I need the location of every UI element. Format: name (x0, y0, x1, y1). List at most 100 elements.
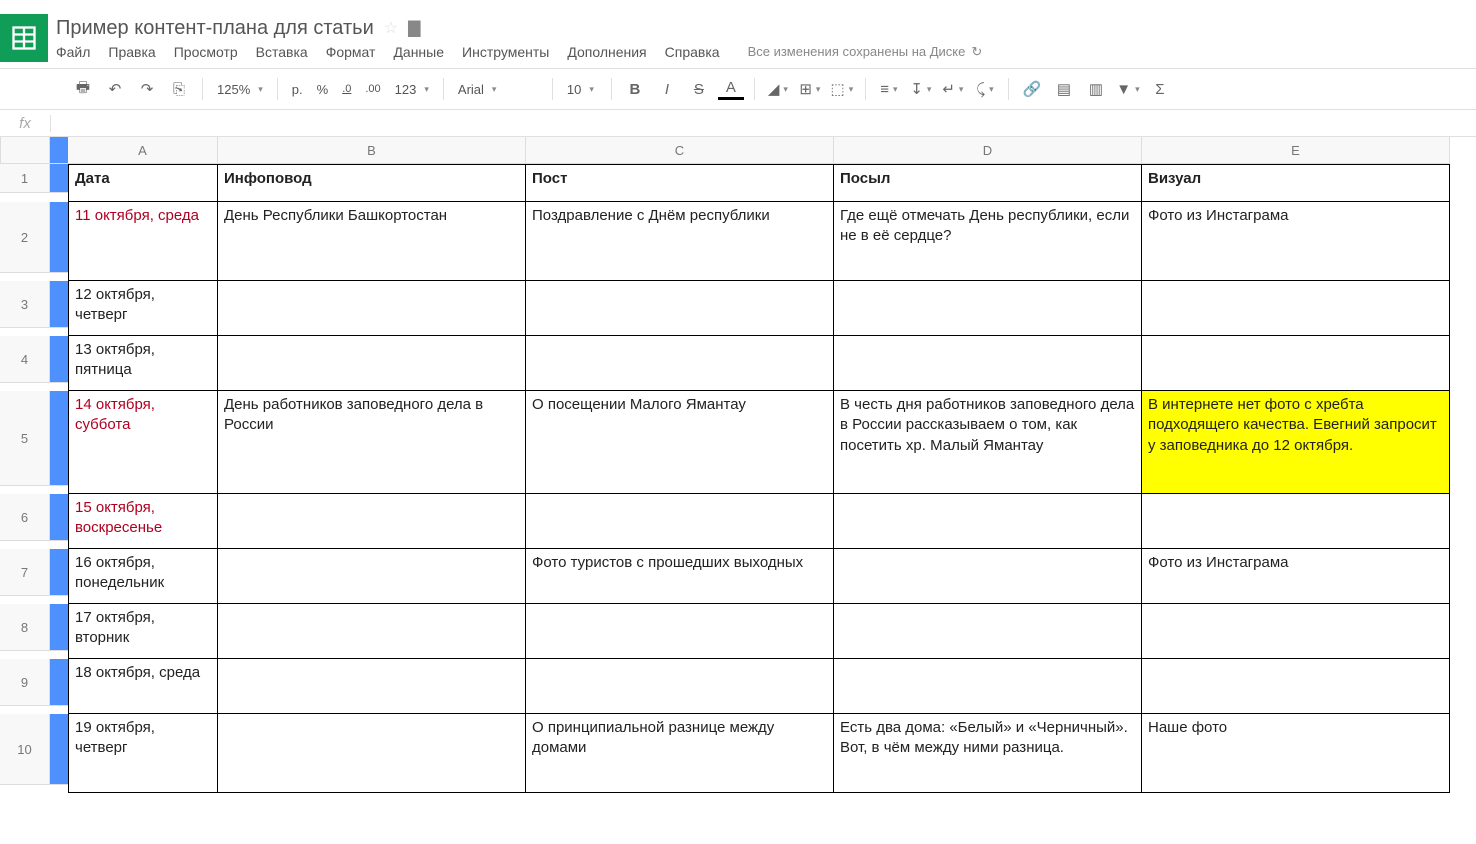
col-header-C[interactable]: C (526, 137, 834, 164)
row-selector[interactable] (50, 391, 68, 486)
font-size-select[interactable]: 10 (563, 82, 601, 97)
filter-icon[interactable]: ▼ (1115, 76, 1141, 102)
italic-btn[interactable]: I (654, 76, 680, 102)
cell-10-b[interactable] (218, 714, 526, 793)
cell-2-b[interactable]: День Республики Башкортостан (218, 202, 526, 281)
paint-format-icon[interactable]: ⎘ (166, 76, 192, 102)
cell-8-b[interactable] (218, 604, 526, 659)
cell-3-a[interactable]: 12 октября, четверг (68, 281, 218, 336)
cell-8-c[interactable] (526, 604, 834, 659)
menu-format[interactable]: Формат (326, 44, 376, 60)
cell-10-d[interactable]: Есть два дома: «Белый» и «Черничный». Во… (834, 714, 1142, 793)
cell-5-e[interactable]: В интернете нет фото с хребта подходящег… (1142, 391, 1450, 494)
select-all-btn[interactable] (0, 137, 50, 164)
star-icon[interactable]: ☆ (384, 18, 398, 38)
merge-btn[interactable]: ⬚ (829, 76, 855, 102)
header-cell-d[interactable]: Посыл (834, 164, 1142, 202)
cell-4-b[interactable] (218, 336, 526, 391)
sheets-logo[interactable] (0, 14, 48, 62)
row-header-1[interactable]: 1 (0, 164, 50, 193)
cell-6-d[interactable] (834, 494, 1142, 549)
row-selector[interactable] (50, 604, 68, 651)
v-align-btn[interactable]: ↧ (908, 76, 934, 102)
h-align-btn[interactable]: ≡ (876, 76, 902, 102)
menu-insert[interactable]: Вставка (256, 44, 308, 60)
menu-tools[interactable]: Инструменты (462, 44, 549, 60)
cell-3-c[interactable] (526, 281, 834, 336)
redo-icon[interactable]: ↷ (134, 76, 160, 102)
menu-help[interactable]: Справка (665, 44, 720, 60)
row-header-2[interactable]: 2 (0, 202, 50, 273)
more-formats-btn[interactable]: 123 (391, 82, 433, 97)
row-header-4[interactable]: 4 (0, 336, 50, 383)
folder-icon[interactable]: ▇ (408, 18, 420, 38)
cell-10-e[interactable]: Наше фото (1142, 714, 1450, 793)
row-selector[interactable] (50, 281, 68, 328)
row-selector[interactable] (50, 336, 68, 383)
cell-7-c[interactable]: Фото туристов с прошедших выходных (526, 549, 834, 604)
history-icon[interactable]: ↻ (971, 44, 982, 60)
cell-5-d[interactable]: В честь дня работников заповедного дела … (834, 391, 1142, 494)
cell-9-a[interactable]: 18 октября, среда (68, 659, 218, 714)
rotate-btn[interactable]: ⤹ (972, 76, 998, 102)
percent-btn[interactable]: % (313, 82, 333, 97)
row-header-9[interactable]: 9 (0, 659, 50, 706)
fill-color-btn[interactable]: ◢ (765, 76, 791, 102)
row-selector[interactable] (50, 164, 68, 193)
cell-6-e[interactable] (1142, 494, 1450, 549)
row-selector[interactable] (50, 659, 68, 706)
cell-2-c[interactable]: Поздравление с Днём республики (526, 202, 834, 281)
print-icon[interactable]: 🖶 (70, 76, 96, 102)
cell-5-a[interactable]: 14 октября, суббота (68, 391, 218, 494)
cell-9-e[interactable] (1142, 659, 1450, 714)
cell-6-c[interactable] (526, 494, 834, 549)
menu-file[interactable]: Файл (56, 44, 90, 60)
cell-2-d[interactable]: Где ещё отмечать День республики, если н… (834, 202, 1142, 281)
row-selector[interactable] (50, 494, 68, 541)
cell-5-c[interactable]: О посещении Малого Ямантау (526, 391, 834, 494)
header-cell-b[interactable]: Инфоповод (218, 164, 526, 202)
borders-btn[interactable]: ⊞ (797, 76, 823, 102)
row-header-3[interactable]: 3 (0, 281, 50, 328)
bold-btn[interactable]: B (622, 76, 648, 102)
cell-10-c[interactable]: О принципиальной разнице между домами (526, 714, 834, 793)
cell-6-a[interactable]: 15 октября, воскресенье (68, 494, 218, 549)
col-header-A[interactable]: A (68, 137, 218, 164)
cell-7-e[interactable]: Фото из Инстаграма (1142, 549, 1450, 604)
row-selector[interactable] (50, 714, 68, 785)
chart-icon[interactable]: ▥ (1083, 76, 1109, 102)
comment-icon[interactable]: ▤ (1051, 76, 1077, 102)
currency-btn[interactable]: р. (288, 82, 307, 97)
strike-btn[interactable]: S (686, 76, 712, 102)
doc-title[interactable]: Пример контент-плана для статьи (56, 17, 374, 40)
cell-9-b[interactable] (218, 659, 526, 714)
menu-data[interactable]: Данные (393, 44, 444, 60)
wrap-btn[interactable]: ↵ (940, 76, 966, 102)
cell-8-d[interactable] (834, 604, 1142, 659)
cell-7-a[interactable]: 16 октября, понедельник (68, 549, 218, 604)
cell-2-a[interactable]: 11 октября, среда (68, 202, 218, 281)
cell-4-c[interactable] (526, 336, 834, 391)
cell-6-b[interactable] (218, 494, 526, 549)
menu-addons[interactable]: Дополнения (567, 44, 646, 60)
functions-icon[interactable]: Σ (1147, 76, 1173, 102)
col-selector[interactable] (50, 137, 68, 164)
col-header-B[interactable]: B (218, 137, 526, 164)
cell-7-d[interactable] (834, 549, 1142, 604)
cell-3-b[interactable] (218, 281, 526, 336)
cell-3-d[interactable] (834, 281, 1142, 336)
header-cell-a[interactable]: Дата (68, 164, 218, 202)
cell-10-a[interactable]: 19 октября, четверг (68, 714, 218, 793)
col-header-E[interactable]: E (1142, 137, 1450, 164)
col-header-D[interactable]: D (834, 137, 1142, 164)
row-header-6[interactable]: 6 (0, 494, 50, 541)
cell-9-d[interactable] (834, 659, 1142, 714)
row-header-5[interactable]: 5 (0, 391, 50, 486)
undo-icon[interactable]: ↶ (102, 76, 128, 102)
cell-7-b[interactable] (218, 549, 526, 604)
header-cell-e[interactable]: Визуал (1142, 164, 1450, 202)
row-header-8[interactable]: 8 (0, 604, 50, 651)
cell-2-e[interactable]: Фото из Инстаграма (1142, 202, 1450, 281)
cell-3-e[interactable] (1142, 281, 1450, 336)
text-color-btn[interactable]: A (718, 79, 744, 100)
